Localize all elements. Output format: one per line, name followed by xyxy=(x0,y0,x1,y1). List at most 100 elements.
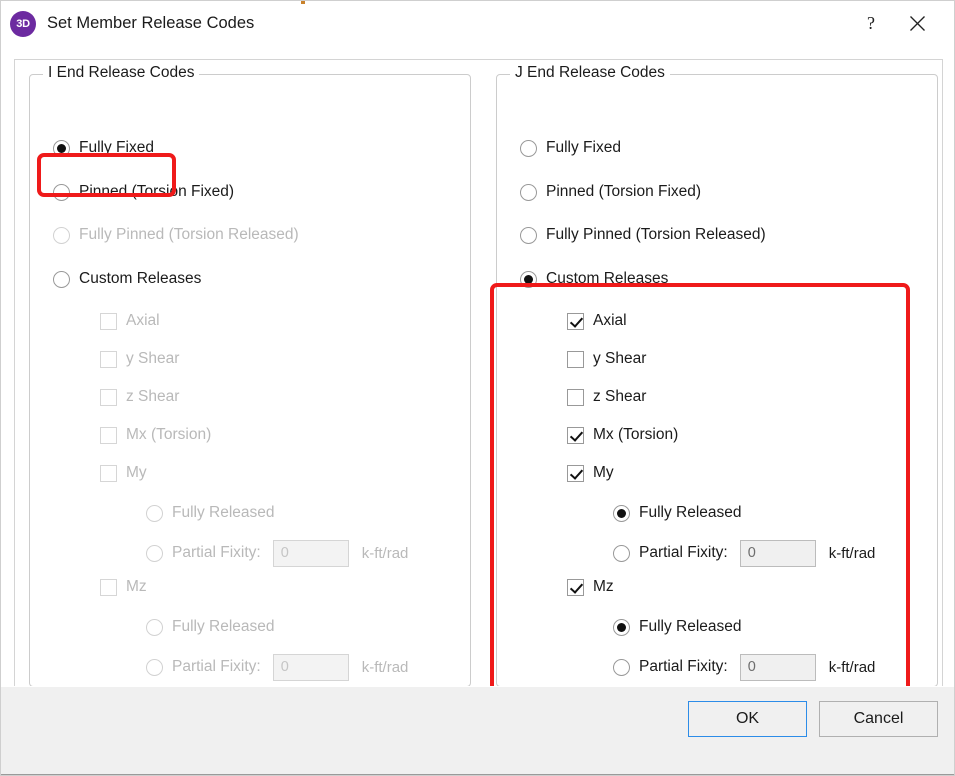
i-end-mode-custom-releases[interactable]: Custom Releases xyxy=(53,266,201,292)
j-end-mz-fully-released[interactable]: Fully Released xyxy=(613,614,742,640)
i-end-mz-partial-fixity-input: 0 xyxy=(273,654,349,681)
radio-icon[interactable] xyxy=(53,271,70,288)
i-end-mz-fully-released: Fully Released xyxy=(146,614,275,640)
j-end-mode-pinned-torsion-fixed[interactable]: Pinned (Torsion Fixed) xyxy=(520,179,701,205)
i-end-my-partial-fixity: Partial Fixity: 0 k-ft/rad xyxy=(146,538,408,568)
j-end-release-z-shear[interactable]: z Shear xyxy=(567,384,646,410)
checkbox-icon[interactable] xyxy=(567,579,584,596)
i-end-release-z-shear: z Shear xyxy=(100,384,179,410)
i-end-release-mz: Mz xyxy=(100,574,147,600)
j-end-release-z-shear-label: z Shear xyxy=(593,388,646,406)
i-end-mode-fully-pinned-torsion-released: Fully Pinned (Torsion Released) xyxy=(53,222,299,248)
j-end-my-partial-fixity[interactable]: Partial Fixity: 0 k-ft/rad xyxy=(613,538,875,568)
close-icon[interactable] xyxy=(894,1,940,46)
i-end-release-mx-torsion: Mx (Torsion) xyxy=(100,422,211,448)
i-end-release-my-label: My xyxy=(126,464,147,482)
j-end-my-partial-fixity-input[interactable]: 0 xyxy=(740,540,816,567)
radio-icon xyxy=(146,619,163,636)
j-end-release-mx-torsion[interactable]: Mx (Torsion) xyxy=(567,422,678,448)
ok-button[interactable]: OK xyxy=(688,701,807,737)
i-end-my-fully-released-label: Fully Released xyxy=(172,504,275,522)
i-end-group-title: I End Release Codes xyxy=(43,64,199,82)
radio-icon xyxy=(53,227,70,244)
i-end-my-partial-fixity-input: 0 xyxy=(273,540,349,567)
i-end-release-my: My xyxy=(100,460,147,486)
i-end-mode-fully-pinned-torsion-released-label: Fully Pinned (Torsion Released) xyxy=(79,226,299,244)
radio-icon[interactable] xyxy=(520,227,537,244)
j-end-release-my-label: My xyxy=(593,464,614,482)
checkbox-icon xyxy=(100,579,117,596)
checkbox-icon[interactable] xyxy=(567,465,584,482)
j-end-release-axial[interactable]: Axial xyxy=(567,308,627,334)
j-end-mz-partial-fixity[interactable]: Partial Fixity: 0 k-ft/rad xyxy=(613,652,875,682)
checkbox-icon[interactable] xyxy=(567,313,584,330)
radio-icon[interactable] xyxy=(520,271,537,288)
radio-icon xyxy=(146,659,163,676)
checkbox-icon xyxy=(100,389,117,406)
radio-icon xyxy=(146,505,163,522)
j-end-my-fully-released-label: Fully Released xyxy=(639,504,742,522)
j-end-release-mz[interactable]: Mz xyxy=(567,574,614,600)
radio-icon[interactable] xyxy=(613,505,630,522)
dialog-window: 3D Set Member Release Codes ? I End Rele… xyxy=(0,0,955,776)
j-end-release-mx-torsion-label: Mx (Torsion) xyxy=(593,426,678,444)
i-end-mode-fully-fixed[interactable]: Fully Fixed xyxy=(53,135,154,161)
j-end-release-my[interactable]: My xyxy=(567,460,614,486)
radio-icon[interactable] xyxy=(613,545,630,562)
radio-icon[interactable] xyxy=(53,184,70,201)
j-end-mz-partial-fixity-label: Partial Fixity: xyxy=(639,658,728,676)
j-end-mode-fully-pinned-torsion-released[interactable]: Fully Pinned (Torsion Released) xyxy=(520,222,766,248)
j-end-mz-partial-fixity-unit: k-ft/rad xyxy=(829,659,876,676)
j-end-mode-fully-pinned-torsion-released-label: Fully Pinned (Torsion Released) xyxy=(546,226,766,244)
checkbox-icon xyxy=(100,465,117,482)
j-end-my-partial-fixity-unit: k-ft/rad xyxy=(829,545,876,562)
i-end-mz-partial-fixity-label: Partial Fixity: xyxy=(172,658,261,676)
i-end-release-z-shear-label: z Shear xyxy=(126,388,179,406)
j-end-release-mz-label: Mz xyxy=(593,578,614,596)
j-end-mode-fully-fixed-label: Fully Fixed xyxy=(546,139,621,157)
radio-icon[interactable] xyxy=(53,140,70,157)
i-end-my-partial-fixity-unit: k-ft/rad xyxy=(362,545,409,562)
i-end-mode-fully-fixed-label: Fully Fixed xyxy=(79,139,154,157)
help-question-icon[interactable]: ? xyxy=(848,1,894,46)
i-end-release-mx-torsion-label: Mx (Torsion) xyxy=(126,426,211,444)
i-end-release-y-shear-label: y Shear xyxy=(126,350,179,368)
checkbox-icon xyxy=(100,427,117,444)
i-end-mz-partial-fixity: Partial Fixity: 0 k-ft/rad xyxy=(146,652,408,682)
j-end-my-fully-released[interactable]: Fully Released xyxy=(613,500,742,526)
i-end-mode-custom-releases-label: Custom Releases xyxy=(79,270,201,288)
checkbox-icon[interactable] xyxy=(567,351,584,368)
status-bar xyxy=(1,774,954,775)
i-end-mz-fully-released-label: Fully Released xyxy=(172,618,275,636)
j-end-mz-fully-released-label: Fully Released xyxy=(639,618,742,636)
i-end-mz-partial-fixity-unit: k-ft/rad xyxy=(362,659,409,676)
dialog-client-area: I End Release Codes Fully Fixed Pinned (… xyxy=(1,46,954,686)
i-end-release-y-shear: y Shear xyxy=(100,346,179,372)
radio-icon[interactable] xyxy=(613,619,630,636)
cancel-button[interactable]: Cancel xyxy=(819,701,938,737)
checkbox-icon[interactable] xyxy=(567,389,584,406)
checkbox-icon[interactable] xyxy=(567,427,584,444)
j-end-release-y-shear[interactable]: y Shear xyxy=(567,346,646,372)
i-end-mode-pinned-torsion-fixed[interactable]: Pinned (Torsion Fixed) xyxy=(53,179,234,205)
j-end-mode-fully-fixed[interactable]: Fully Fixed xyxy=(520,135,621,161)
i-end-release-axial: Axial xyxy=(100,308,160,334)
j-end-release-axial-label: Axial xyxy=(593,312,627,330)
radio-icon[interactable] xyxy=(520,140,537,157)
j-end-my-partial-fixity-label: Partial Fixity: xyxy=(639,544,728,562)
footer-button-group: OK Cancel xyxy=(688,701,938,737)
j-end-release-group: J End Release Codes Fully Fixed Pinned (… xyxy=(496,74,938,687)
i-end-release-axial-label: Axial xyxy=(126,312,160,330)
checkbox-icon xyxy=(100,351,117,368)
i-end-release-mz-label: Mz xyxy=(126,578,147,596)
i-end-my-fully-released: Fully Released xyxy=(146,500,275,526)
j-end-release-y-shear-label: y Shear xyxy=(593,350,646,368)
radio-icon[interactable] xyxy=(520,184,537,201)
j-end-group-title: J End Release Codes xyxy=(510,64,670,82)
j-end-mz-partial-fixity-input[interactable]: 0 xyxy=(740,654,816,681)
app-3d-icon: 3D xyxy=(10,11,36,37)
j-end-mode-custom-releases[interactable]: Custom Releases xyxy=(520,266,668,292)
i-end-mode-pinned-torsion-fixed-label: Pinned (Torsion Fixed) xyxy=(79,183,234,201)
radio-icon[interactable] xyxy=(613,659,630,676)
window-title: Set Member Release Codes xyxy=(47,14,254,33)
